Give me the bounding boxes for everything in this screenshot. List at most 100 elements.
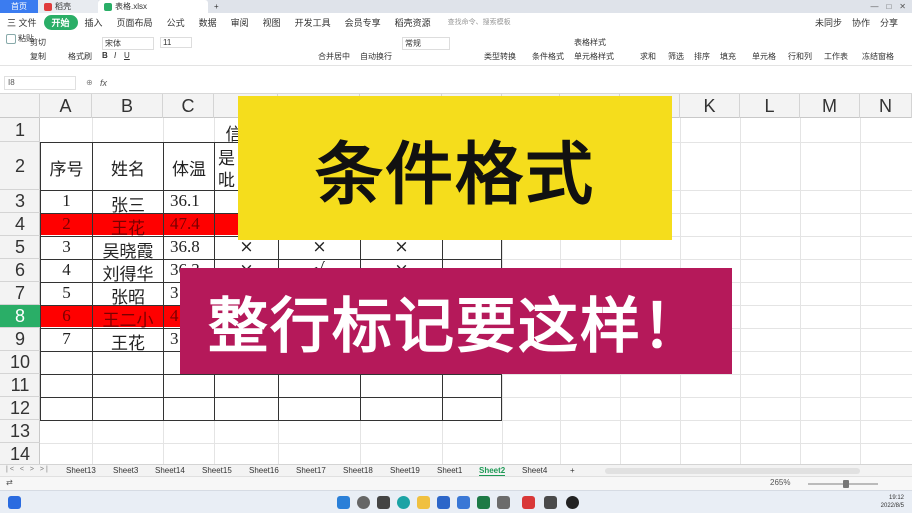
file-menu[interactable]: 三 文件 <box>0 16 44 29</box>
fx-icon[interactable]: fx <box>100 78 107 88</box>
cell-e5[interactable]: × <box>279 237 360 259</box>
row-header-11[interactable]: 11 <box>0 374 40 397</box>
cell-a7[interactable]: 5 <box>41 283 92 305</box>
cell-c4[interactable]: 47.4 <box>164 214 214 236</box>
select-all-corner[interactable] <box>0 94 40 118</box>
row-header-13[interactable]: 13 <box>0 420 40 443</box>
cell-a9[interactable]: 7 <box>41 329 92 351</box>
cell-b2[interactable]: 姓名 <box>93 155 163 179</box>
new-tab-button[interactable]: + <box>208 0 225 13</box>
worksheet-button[interactable]: 工作表 <box>824 51 848 62</box>
widgets-icon[interactable] <box>8 496 21 509</box>
cell-a6[interactable]: 4 <box>41 260 92 282</box>
close-icon[interactable]: ✕ <box>899 2 906 11</box>
horizontal-scrollbar[interactable] <box>605 468 860 474</box>
cut-button[interactable]: 剪切 <box>30 37 46 48</box>
start-icon[interactable] <box>337 496 350 509</box>
cell-b6[interactable]: 刘得华 <box>93 260 163 282</box>
menu-item-page-layout[interactable]: 页面布局 <box>110 16 160 29</box>
sheet-tab-sheet15[interactable]: Sheet15 <box>202 466 232 475</box>
row-header-3[interactable]: 3 <box>0 190 40 213</box>
search-icon[interactable] <box>357 496 370 509</box>
row-header-8[interactable]: 8 <box>0 305 40 328</box>
cell-a8[interactable]: 6 <box>41 306 92 328</box>
bold-button[interactable]: B <box>102 51 108 60</box>
row-header-7[interactable]: 7 <box>0 282 40 305</box>
maximize-icon[interactable]: □ <box>886 2 891 11</box>
settings-icon[interactable] <box>497 496 510 509</box>
cell-b8[interactable]: 王二小 <box>93 306 163 328</box>
font-size-select[interactable]: 11 <box>160 37 192 48</box>
sheet-tab-sheet13[interactable]: Sheet13 <box>66 466 96 475</box>
cell-c5[interactable]: 36.8 <box>164 237 214 259</box>
cell-d5[interactable]: × <box>215 237 278 259</box>
menu-item-view[interactable]: 视图 <box>256 16 288 29</box>
tab-home[interactable]: 首页 <box>0 0 38 13</box>
column-header-k[interactable]: K <box>680 94 740 118</box>
copy-button[interactable]: 复制 <box>30 51 46 62</box>
cell-b4[interactable]: 王花 <box>93 214 163 236</box>
row-header-14[interactable]: 14 <box>0 443 40 464</box>
add-sheet-button[interactable]: + <box>570 466 575 475</box>
cell-a2[interactable]: 序号 <box>41 155 92 179</box>
cell-f5[interactable]: × <box>361 237 442 259</box>
sheet-tab-sheet14[interactable]: Sheet14 <box>155 466 185 475</box>
cells-button[interactable]: 单元格 <box>752 51 776 62</box>
sort-button[interactable]: 排序 <box>694 51 710 62</box>
sheet-tab-sheet18[interactable]: Sheet18 <box>343 466 373 475</box>
system-clock[interactable]: 19:12 2022/8/5 <box>881 494 904 510</box>
zoom-level[interactable]: 265% <box>770 478 790 487</box>
format-painter-button[interactable]: 格式刷 <box>68 51 92 62</box>
row-header-5[interactable]: 5 <box>0 236 40 259</box>
sheet-tab-sheet16[interactable]: Sheet16 <box>249 466 279 475</box>
zoom-search-icon[interactable]: ⊕ <box>86 78 93 87</box>
minimize-icon[interactable]: — <box>870 2 878 11</box>
type-convert-button[interactable]: 类型转换 <box>484 51 516 62</box>
store-icon[interactable] <box>457 496 470 509</box>
collab-button[interactable]: 协作 <box>852 16 870 29</box>
row-col-button[interactable]: 行和列 <box>788 51 812 62</box>
sheet-tab-sheet17[interactable]: Sheet17 <box>296 466 326 475</box>
sum-button[interactable]: 求和 <box>640 51 656 62</box>
edge-icon[interactable] <box>397 496 410 509</box>
merge-center-button[interactable]: 合并居中 <box>318 51 350 62</box>
row-header-12[interactable]: 12 <box>0 397 40 420</box>
row-header-1[interactable]: 1 <box>0 118 40 142</box>
cell-b9[interactable]: 王花 <box>93 329 163 351</box>
cell-c2[interactable]: 体温 <box>164 155 214 179</box>
menu-item-review[interactable]: 审阅 <box>224 16 256 29</box>
command-search[interactable]: 查找命令、搜索模板 <box>448 17 511 27</box>
conditional-format-button[interactable]: 条件格式 <box>532 51 564 62</box>
column-header-b[interactable]: B <box>92 94 163 118</box>
table-style-button[interactable]: 表格样式 <box>574 37 606 48</box>
row-header-4[interactable]: 4 <box>0 213 40 236</box>
app-icon[interactable] <box>477 496 490 509</box>
italic-button[interactable]: I <box>114 51 116 60</box>
column-header-l[interactable]: L <box>740 94 800 118</box>
media-icon[interactable] <box>544 496 557 509</box>
menu-item-insert[interactable]: 插入 <box>78 16 110 29</box>
fill-button[interactable]: 填充 <box>720 51 736 62</box>
zoom-slider-handle[interactable] <box>843 480 849 488</box>
explorer-icon[interactable] <box>417 496 430 509</box>
cell-a5[interactable]: 3 <box>41 237 92 259</box>
share-button[interactable]: 分享 <box>880 16 898 29</box>
wps-icon[interactable] <box>522 496 535 509</box>
menu-item-start[interactable]: 开始 <box>43 14 78 30</box>
menu-item-resources[interactable]: 稻壳资源 <box>388 16 438 29</box>
tab-daoke[interactable]: 稻壳 <box>38 0 98 13</box>
menu-item-developer[interactable]: 开发工具 <box>288 16 338 29</box>
underline-button[interactable]: U <box>124 51 130 60</box>
filter-button[interactable]: 筛选 <box>668 51 684 62</box>
cell-a3[interactable]: 1 <box>41 191 92 213</box>
unsync-status[interactable]: 未同步 <box>815 16 842 29</box>
freeze-panes-button[interactable]: 冻结窗格 <box>862 51 894 62</box>
menu-item-data[interactable]: 数据 <box>192 16 224 29</box>
cell-a4[interactable]: 2 <box>41 214 92 236</box>
column-header-a[interactable]: A <box>40 94 92 118</box>
menu-item-member[interactable]: 会员专享 <box>338 16 388 29</box>
row-header-2[interactable]: 2 <box>0 142 40 190</box>
wrap-text-button[interactable]: 自动换行 <box>360 51 392 62</box>
tab-file[interactable]: 表格.xlsx <box>98 0 208 13</box>
sheet-tab-sheet3[interactable]: Sheet3 <box>113 466 138 475</box>
